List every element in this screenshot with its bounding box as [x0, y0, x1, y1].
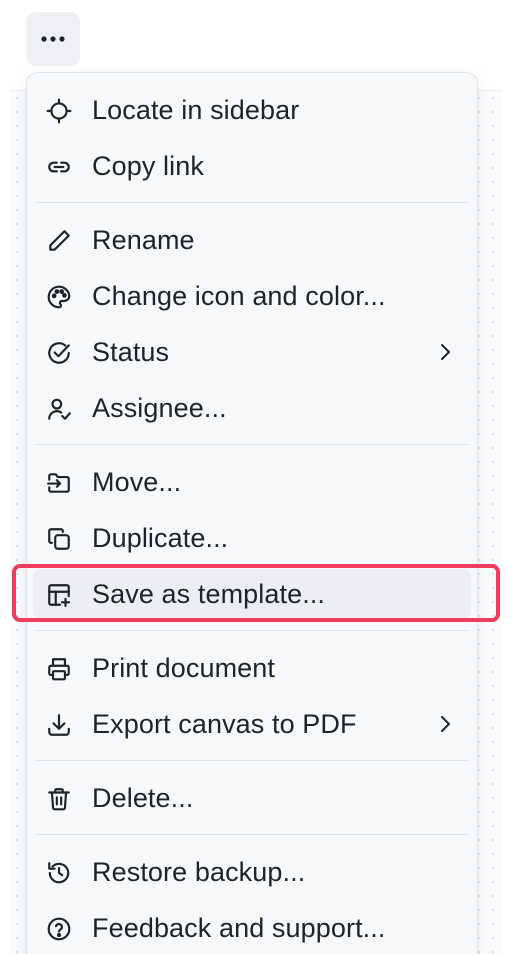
menu-divider — [35, 630, 469, 631]
link-icon — [46, 154, 72, 180]
menu-item-save-as-template[interactable]: Save as template... — [33, 569, 471, 619]
menu-divider — [35, 444, 469, 445]
menu-item-print-document[interactable]: Print document — [33, 643, 471, 693]
more-options-button[interactable] — [26, 12, 80, 66]
menu-item-label: Save as template... — [92, 579, 326, 609]
chevron-right-icon — [441, 344, 450, 360]
menu-item-label: Export canvas to PDF — [92, 709, 357, 739]
menu-item-label: Locate in sidebar — [92, 95, 300, 125]
menu-item-label: Duplicate... — [92, 523, 229, 553]
menu-item-status[interactable]: Status — [33, 327, 471, 377]
menu-item-duplicate[interactable]: Duplicate... — [33, 513, 471, 563]
menu-divider — [35, 834, 469, 835]
history-icon — [46, 860, 72, 886]
palette-icon — [46, 284, 72, 310]
chevron-right-icon — [441, 716, 450, 732]
trash-icon — [46, 786, 72, 812]
menu-divider — [35, 202, 469, 203]
menu-item-feedback-support[interactable]: Feedback and support... — [33, 903, 471, 953]
app-stage: Locate in sidebar Copy link Rename Chang… — [0, 0, 512, 954]
menu-item-label: Feedback and support... — [92, 913, 386, 943]
menu-item-restore-backup[interactable]: Restore backup... — [33, 847, 471, 897]
menu-item-label: Restore backup... — [92, 857, 306, 887]
help-circle-icon — [46, 916, 72, 942]
menu-item-rename[interactable]: Rename — [33, 215, 471, 265]
menu-item-export-canvas-pdf[interactable]: Export canvas to PDF — [33, 699, 471, 749]
printer-icon — [46, 656, 72, 682]
template-add-icon — [46, 582, 72, 608]
more-horizontal-icon — [41, 36, 65, 42]
menu-item-label: Change icon and color... — [92, 281, 386, 311]
folder-move-icon — [46, 470, 72, 496]
download-icon — [46, 712, 72, 738]
menu-item-label: Copy link — [92, 151, 204, 181]
menu-item-label: Move... — [92, 467, 182, 497]
menu-item-label: Status — [92, 337, 170, 367]
menu-item-label: Rename — [92, 225, 195, 255]
menu-item-label: Print document — [92, 653, 275, 683]
menu-divider — [35, 760, 469, 761]
menu-item-label: Assignee... — [92, 393, 227, 423]
menu-item-assignee[interactable]: Assignee... — [33, 383, 471, 433]
menu-item-label: Delete... — [92, 783, 194, 813]
menu-item-delete[interactable]: Delete... — [33, 773, 471, 823]
pencil-icon — [46, 228, 72, 254]
menu-item-change-icon-color[interactable]: Change icon and color... — [33, 271, 471, 321]
context-menu: Locate in sidebar Copy link Rename Chang… — [26, 72, 478, 954]
check-circle-icon — [46, 340, 72, 366]
menu-item-move[interactable]: Move... — [33, 457, 471, 507]
crosshair-icon — [46, 98, 72, 124]
copy-icon — [46, 526, 72, 552]
user-check-icon — [46, 396, 72, 422]
menu-item-locate-in-sidebar[interactable]: Locate in sidebar — [33, 85, 471, 135]
menu-item-copy-link[interactable]: Copy link — [33, 141, 471, 191]
